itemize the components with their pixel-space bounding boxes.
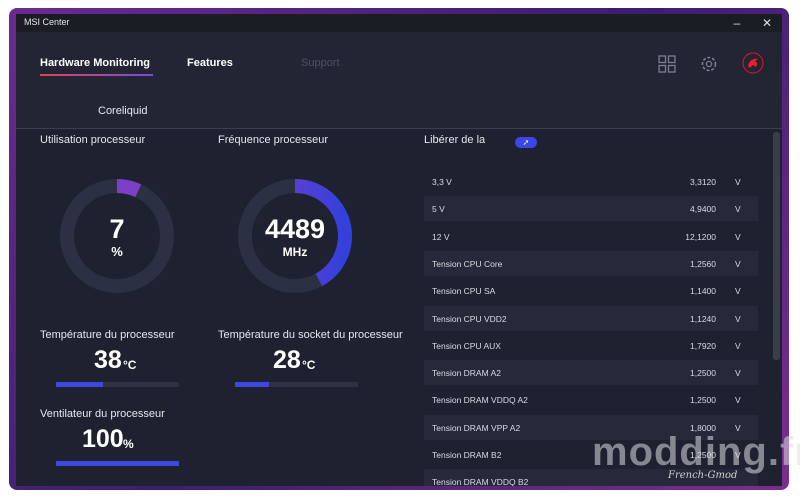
voltage-row: 3,3 V 3,3120 V — [424, 169, 758, 194]
voltage-row: Tension DRAM VDDQ A2 1,2500 V — [424, 387, 758, 412]
close-button[interactable]: ✕ — [754, 14, 780, 32]
voltage-row: 12 V 12,1200 V — [424, 224, 758, 249]
active-tab-underline — [40, 74, 153, 76]
voltage-row: Tension CPU SA 1,1400 V — [424, 278, 758, 303]
cpu-temperature-label: Température du processeur — [40, 329, 175, 341]
voltage-row: Tension CPU Core 1,2560 V — [424, 250, 758, 276]
minimize-button[interactable]: – — [724, 14, 750, 32]
cpu-fan-label: Ventilateur du processeur — [40, 408, 165, 420]
voltage-value: 1,2500 — [690, 395, 716, 406]
cpu-usage-value: 7 — [109, 214, 125, 244]
app-window: MSI Center – ✕ Hardware Monitoring Featu… — [16, 14, 782, 486]
voltage-name: Tension CPU Core — [432, 258, 503, 269]
cpu-fan-bar — [56, 461, 179, 466]
voltage-name: Tension DRAM A2 — [432, 368, 501, 379]
header-divider — [16, 128, 782, 129]
grid-icon[interactable] — [657, 54, 677, 74]
socket-temperature-label: Température du socket du processeur — [218, 329, 403, 341]
voltage-row: Tension CPU AUX 1,7920 V — [424, 333, 758, 358]
cpu-temperature-bar — [56, 382, 179, 387]
voltage-name: 12 V — [432, 231, 450, 242]
voltage-row: Tension CPU VDD2 1,1240 V — [424, 305, 758, 331]
cpu-fan-bar-fill — [56, 461, 179, 466]
device-name[interactable]: Coreliquid — [98, 105, 148, 117]
signature: French-Gmod — [668, 470, 738, 481]
voltage-row: 5 V 4,9400 V — [424, 196, 758, 222]
voltage-value: 1,2500 — [690, 368, 716, 379]
voltage-value: 1,1400 — [690, 286, 716, 297]
gear-icon[interactable] — [699, 54, 719, 74]
socket-temperature-value: 28 — [273, 346, 301, 374]
title-bar[interactable]: MSI Center – ✕ — [16, 14, 782, 32]
voltage-unit: V — [735, 258, 741, 269]
scrollbar[interactable] — [773, 132, 780, 360]
cpu-temperature-unit: °C — [123, 358, 137, 372]
boost-toggle[interactable]: ➚ — [515, 137, 537, 148]
boost-label: Libérer de la — [424, 134, 486, 146]
voltage-value: 1,2560 — [690, 258, 716, 269]
socket-temperature-bar — [235, 382, 358, 387]
voltage-unit: V — [735, 395, 741, 406]
voltage-name: Tension DRAM VDDQ A2 — [432, 395, 528, 406]
cpu-temperature-bar-fill — [56, 382, 103, 387]
header: Hardware Monitoring Features Support Cor… — [16, 32, 782, 128]
voltage-name: Tension CPU AUX — [432, 340, 501, 351]
voltage-unit: V — [735, 177, 741, 187]
voltage-value: 12,1200 — [685, 231, 716, 242]
tab-hardware-monitoring[interactable]: Hardware Monitoring — [40, 57, 150, 69]
voltage-name: Tension CPU VDD2 — [432, 313, 507, 324]
cpu-frequency-unit: MHz — [282, 245, 308, 259]
voltage-unit: V — [735, 313, 741, 324]
voltage-name: Tension DRAM VPP A2 — [432, 422, 521, 433]
voltage-unit: V — [735, 340, 741, 351]
cpu-usage-unit: % — [111, 244, 123, 259]
cpu-frequency-label: Fréquence processeur — [218, 134, 329, 146]
voltage-name: Tension DRAM VDDQ B2 — [432, 477, 529, 486]
tab-features[interactable]: Features — [187, 57, 233, 69]
socket-temperature-unit: °C — [302, 358, 316, 372]
voltage-unit: V — [735, 231, 741, 242]
app-title: MSI Center — [24, 17, 70, 27]
cpu-temperature-value: 38 — [94, 346, 122, 374]
voltage-name: Tension DRAM B2 — [432, 450, 502, 460]
cpu-usage-label: Utilisation processeur — [40, 134, 146, 146]
voltage-value: 1,1240 — [690, 313, 716, 324]
voltage-row: Tension DRAM A2 1,2500 V — [424, 360, 758, 386]
cpu-fan-value: 100 — [82, 425, 124, 453]
voltage-unit: V — [735, 286, 741, 297]
voltage-value: 3,3120 — [690, 177, 716, 187]
voltage-name: 3,3 V — [432, 177, 452, 187]
voltage-unit: V — [735, 204, 741, 215]
voltage-unit: V — [735, 368, 741, 379]
voltage-value: 1,7920 — [690, 340, 716, 351]
voltage-value: 4,9400 — [690, 204, 716, 215]
watermark: modding.fr — [592, 430, 800, 474]
voltage-name: 5 V — [432, 204, 445, 215]
cpu-frequency-value: 4489 — [264, 214, 326, 244]
socket-temperature-bar-fill — [235, 382, 270, 387]
tab-support[interactable]: Support — [301, 57, 340, 69]
voltage-name: Tension CPU SA — [432, 286, 496, 297]
dragon-logo-icon[interactable] — [742, 52, 764, 74]
cpu-fan-unit: % — [123, 437, 134, 451]
